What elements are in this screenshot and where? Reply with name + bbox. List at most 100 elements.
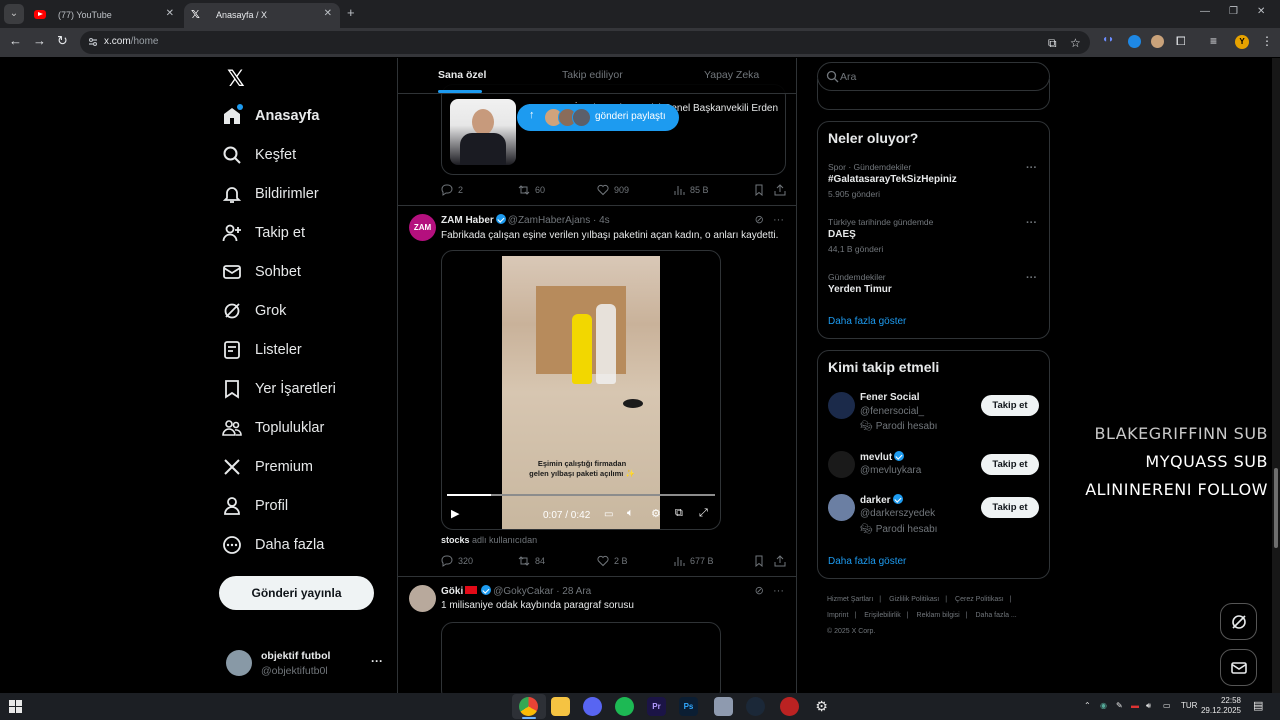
- suggested-user-name[interactable]: mevlut: [860, 451, 906, 463]
- tab-youtube[interactable]: (77) YouTube ✕: [26, 3, 182, 28]
- author-handle[interactable]: @ZamHaberAjans: [508, 215, 590, 226]
- footer-link[interactable]: Çerez Politikası: [955, 596, 1004, 603]
- file-explorer-icon[interactable]: [551, 697, 570, 716]
- tab-ai[interactable]: Yapay Zeka: [704, 69, 759, 81]
- post-time[interactable]: · 4s: [593, 215, 610, 226]
- address-bar[interactable]: x.com/home ⧉ ☆: [80, 31, 1090, 54]
- views-button[interactable]: 85 B: [673, 184, 709, 196]
- footer-link[interactable]: Reklam bilgisi: [917, 612, 960, 619]
- nav-item-bookmarks[interactable]: Yer İşaretleri: [222, 374, 336, 404]
- tray-app-icon[interactable]: ◉: [1100, 701, 1107, 710]
- extension-icon[interactable]: [1151, 35, 1164, 48]
- scrollbar-thumb[interactable]: [1274, 468, 1278, 548]
- follow-button[interactable]: Takip et: [981, 454, 1039, 475]
- system-clock[interactable]: 22:58 29.12.2025: [1197, 696, 1241, 716]
- suggested-user-name[interactable]: darker: [860, 494, 905, 506]
- install-app-icon[interactable]: ⧉: [1048, 36, 1057, 51]
- spotify-icon[interactable]: [615, 697, 634, 716]
- close-icon[interactable]: ✕: [324, 8, 332, 19]
- app-icon[interactable]: [714, 697, 733, 716]
- footer-link[interactable]: Hizmet Şartları: [827, 596, 873, 603]
- more-icon[interactable]: ···: [1026, 217, 1037, 229]
- reload-icon[interactable]: ↻: [57, 33, 68, 49]
- chevron-up-icon[interactable]: ⌃: [1084, 701, 1091, 710]
- reply-button[interactable]: 320: [441, 555, 473, 567]
- volume-icon[interactable]: 🔊︎: [1146, 701, 1151, 711]
- post-button[interactable]: Gönderi yayınla: [219, 576, 374, 610]
- follow-button[interactable]: Takip et: [981, 497, 1039, 518]
- settings-icon[interactable]: ⚙: [812, 697, 831, 716]
- profile-avatar[interactable]: Y: [1235, 35, 1249, 49]
- author-name[interactable]: ZAM Haber: [441, 215, 494, 226]
- follow-button[interactable]: Takip et: [981, 395, 1039, 416]
- views-button[interactable]: 677 B: [673, 555, 714, 567]
- premiere-icon[interactable]: Pr: [647, 697, 666, 716]
- footer-link[interactable]: Gizlilik Politikası: [889, 596, 939, 603]
- discord-icon[interactable]: [583, 697, 602, 716]
- extension-icon[interactable]: ◖◗: [1102, 34, 1115, 47]
- settings-icon[interactable]: ⚙︎: [651, 507, 661, 520]
- chrome-icon[interactable]: [519, 697, 538, 716]
- share-button[interactable]: [774, 555, 791, 567]
- avatar[interactable]: [828, 494, 855, 521]
- site-info-icon[interactable]: [87, 36, 99, 48]
- nav-item-lists[interactable]: Listeler: [222, 335, 302, 365]
- nav-item-explore[interactable]: Keşfet: [222, 140, 296, 170]
- play-icon[interactable]: ▶: [451, 507, 459, 520]
- nav-item-more[interactable]: Daha fazla: [222, 530, 324, 560]
- search-bar[interactable]: Ara: [817, 62, 1050, 91]
- bookmark-button[interactable]: [753, 555, 770, 567]
- footer-link[interactable]: Erişilebilirlik: [864, 612, 901, 619]
- tray-app-icon[interactable]: ▬: [1131, 701, 1139, 710]
- video-player[interactable]: Eşimin çalıştığı firmadan gelen yılbaşı p…: [441, 250, 721, 530]
- more-icon[interactable]: ···: [773, 214, 784, 226]
- media-card[interactable]: [441, 622, 721, 693]
- grok-icon[interactable]: ⊘: [755, 585, 764, 597]
- reply-button[interactable]: 2: [441, 184, 463, 196]
- new-posts-pill[interactable]: ↑ gönderi paylaştı: [517, 104, 679, 131]
- tray-app-icon[interactable]: ✎: [1116, 701, 1123, 710]
- close-window-icon[interactable]: ✕: [1257, 6, 1265, 17]
- repost-button[interactable]: 60: [518, 184, 545, 196]
- bookmark-button[interactable]: [753, 184, 770, 196]
- avatar[interactable]: [409, 585, 436, 612]
- show-more-link[interactable]: Daha fazla göster: [828, 556, 906, 567]
- nav-item-follow[interactable]: Takip et: [222, 218, 305, 248]
- tab-x-home[interactable]: 𝕏 Anasayfa / X ✕: [184, 3, 340, 28]
- steam-icon[interactable]: [746, 697, 765, 716]
- nav-item-premium[interactable]: Premium: [222, 452, 313, 482]
- footer-link[interactable]: Imprint: [827, 612, 848, 619]
- nav-item-communities[interactable]: Topluluklar: [222, 413, 324, 443]
- share-button[interactable]: [774, 184, 791, 196]
- nav-item-chat[interactable]: Sohbet: [222, 257, 301, 287]
- author-name[interactable]: Göki: [441, 586, 463, 597]
- messages-float-button[interactable]: [1220, 649, 1257, 686]
- avatar[interactable]: [828, 451, 855, 478]
- bookmark-star-icon[interactable]: ☆: [1070, 36, 1081, 50]
- tab-for-you[interactable]: Sana özel: [438, 69, 486, 81]
- extensions-puzzle-icon[interactable]: ⧠: [1176, 34, 1186, 49]
- fullscreen-icon[interactable]: ⤢: [699, 507, 708, 520]
- tab-following[interactable]: Takip ediliyor: [562, 69, 623, 81]
- network-icon[interactable]: ▭: [1163, 701, 1171, 710]
- repost-button[interactable]: 84: [518, 555, 545, 567]
- page-scrollbar[interactable]: [1272, 58, 1280, 693]
- more-icon[interactable]: ···: [773, 585, 784, 597]
- footer-link[interactable]: Daha fazla ...: [976, 612, 1017, 619]
- more-icon[interactable]: ···: [371, 654, 383, 668]
- media-controls-icon[interactable]: ≡: [1210, 34, 1217, 48]
- nav-item-notifications[interactable]: Bildirimler: [222, 179, 319, 209]
- video-progress-bar[interactable]: [447, 494, 715, 496]
- x-logo-icon[interactable]: 𝕏: [227, 66, 245, 92]
- suggested-user-name[interactable]: Fener Social: [860, 392, 919, 403]
- windows-start-icon[interactable]: [9, 700, 22, 713]
- more-icon[interactable]: ···: [1026, 272, 1037, 284]
- forward-icon[interactable]: →: [33, 33, 46, 48]
- back-icon[interactable]: ←: [9, 33, 22, 48]
- grok-icon[interactable]: ⊘: [755, 214, 764, 226]
- author-handle[interactable]: @GokyCakar: [493, 586, 553, 597]
- pip-icon[interactable]: ⧉: [675, 507, 683, 520]
- like-button[interactable]: 2 B: [597, 555, 628, 567]
- nav-item-home[interactable]: Anasayfa: [222, 101, 319, 131]
- restore-icon[interactable]: ❐: [1229, 6, 1238, 17]
